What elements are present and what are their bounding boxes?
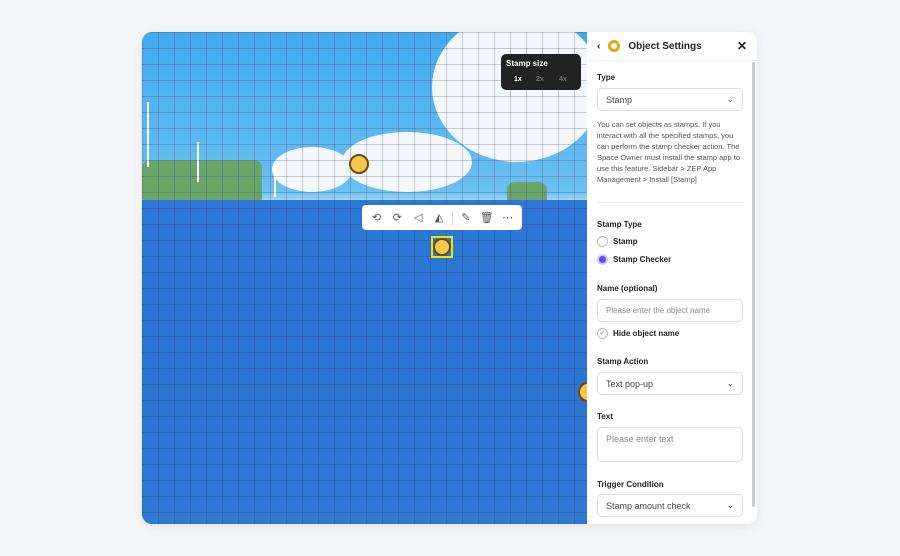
hide-name-label: Hide object name (613, 329, 680, 338)
divider (597, 202, 743, 203)
stamp-object-icon (608, 40, 621, 52)
stamp-size-title: Stamp size (506, 59, 548, 68)
selected-object[interactable] (431, 236, 453, 258)
chevron-down-icon: ⌄ (726, 94, 734, 104)
chevron-down-icon: ⌄ (726, 378, 734, 388)
object-settings-panel: ‹ Object Settings ✕ Type Stamp ⌄ You can … (587, 32, 757, 524)
type-value: Stamp (606, 94, 633, 105)
help-text: You can set objects as stamps. If you in… (597, 120, 740, 184)
radio-stamp-checker[interactable]: Stamp Checker (597, 254, 671, 265)
action-label: Stamp Action (597, 357, 649, 366)
trigger-select[interactable]: Stamp amount check ⌄ (597, 494, 743, 517)
radio-label: Stamp Checker (613, 255, 672, 264)
divider (451, 210, 453, 225)
hide-name-checkbox[interactable]: ✓ Hide object name (597, 328, 679, 339)
edit-icon[interactable]: ✎ (458, 211, 474, 224)
type-label: Type (597, 73, 616, 82)
more-icon[interactable]: ⋯ (500, 211, 516, 224)
radio-selected-icon (597, 254, 608, 265)
action-value: Text pop-up (606, 378, 654, 389)
flip-horizontal-icon[interactable]: ◁ (410, 211, 426, 224)
size-option-1x[interactable]: 1x (514, 76, 522, 83)
stamp-object[interactable] (349, 154, 369, 174)
text-placeholder: Please enter text (606, 434, 674, 444)
trigger-label: Trigger Condition (597, 480, 664, 489)
stamp-type-label: Stamp Type (597, 220, 642, 229)
radio-icon (597, 236, 608, 247)
scrollbar[interactable] (752, 62, 755, 507)
chevron-down-icon: ⌄ (726, 500, 734, 510)
close-icon[interactable]: ✕ (737, 39, 747, 53)
trigger-value: Stamp amount check (606, 500, 691, 511)
trash-icon[interactable]: 🗑 (479, 211, 495, 224)
stamp-size-popup: Stamp size 1x 2x 4x (501, 54, 581, 90)
object-toolbar: ⟲ ⟳ ◁ ◭ ✎ 🗑 ⋯ (362, 205, 522, 230)
name-label: Name (optional) (597, 284, 658, 293)
rotate-left-icon[interactable]: ⟲ (368, 211, 384, 224)
radio-label: Stamp (613, 237, 638, 246)
panel-title: Object Settings (628, 40, 702, 52)
flip-vertical-icon[interactable]: ◭ (431, 211, 447, 224)
text-label: Text (597, 412, 613, 421)
action-select[interactable]: Text pop-up ⌄ (597, 372, 743, 395)
map-canvas[interactable]: Stamp size 1x 2x 4x ⟲ ⟳ ◁ ◭ ✎ 🗑 ⋯ (142, 32, 587, 524)
type-select[interactable]: Stamp ⌄ (597, 88, 743, 111)
text-input[interactable]: Please enter text (597, 427, 743, 462)
name-placeholder: Please enter the object name (606, 306, 711, 315)
rotate-right-icon[interactable]: ⟳ (389, 211, 405, 224)
back-icon[interactable]: ‹ (597, 41, 600, 52)
size-option-2x[interactable]: 2x (536, 76, 544, 83)
grid-overlay (142, 32, 587, 524)
radio-stamp[interactable]: Stamp (597, 236, 637, 247)
size-option-4x[interactable]: 4x (559, 76, 567, 83)
name-input[interactable]: Please enter the object name (597, 299, 743, 322)
check-icon: ✓ (597, 328, 608, 339)
editor-window: Stamp size 1x 2x 4x ⟲ ⟳ ◁ ◭ ✎ 🗑 ⋯ ‹ Obje… (142, 32, 757, 524)
